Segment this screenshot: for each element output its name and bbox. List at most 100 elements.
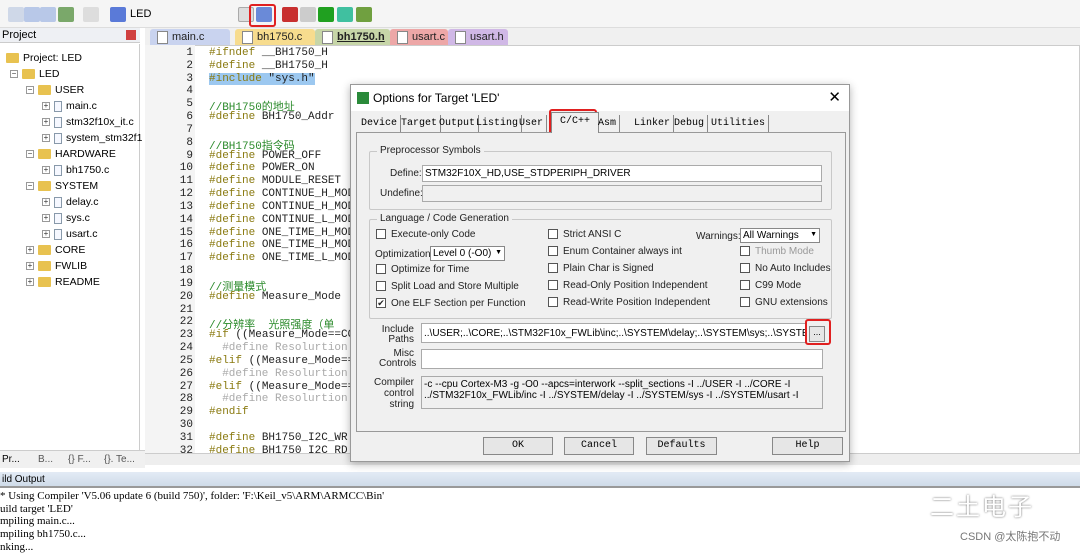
cancel-button[interactable]: Cancel: [564, 437, 634, 455]
code-line: #elif ((Measure_Mode==: [209, 380, 355, 393]
help-button[interactable]: Help: [772, 437, 843, 455]
tab-project[interactable]: Pr...: [2, 454, 20, 465]
tree-item[interactable]: + sys.c: [42, 211, 90, 225]
file-tab-usart-c[interactable]: usart.c: [390, 29, 448, 45]
define-input[interactable]: STM32F10X_HD,USE_STDPERIPH_DRIVER: [422, 165, 822, 182]
tree-item[interactable]: Project: LED: [6, 51, 82, 65]
checkbox-no-auto-includes[interactable]: No Auto Includes: [740, 263, 831, 274]
pack-icon[interactable]: [337, 7, 353, 22]
include-paths-input[interactable]: ..\USER;..\CORE;..\STM32F10x_FWLib\inc;.…: [421, 323, 807, 343]
checkbox-split-load-and-store-multiple[interactable]: Split Load and Store Multiple: [376, 281, 519, 292]
tree-item[interactable]: + main.c: [42, 99, 97, 113]
diamond-icon[interactable]: [318, 7, 334, 22]
tab-books[interactable]: B...: [38, 454, 53, 465]
expand-icon[interactable]: +: [26, 278, 34, 287]
tab-templates[interactable]: {}. Te...: [104, 454, 135, 465]
stop-icon[interactable]: [83, 7, 99, 22]
checkbox-box[interactable]: [548, 280, 558, 291]
checkbox-one-elf-section-per-function[interactable]: ✔ One ELF Section per Function: [376, 298, 526, 309]
file-tab-bh1750-c[interactable]: bh1750.c: [235, 29, 315, 45]
tree-item[interactable]: + delay.c: [42, 195, 99, 209]
checkbox-box[interactable]: [740, 246, 750, 257]
checkbox-execute-only-code[interactable]: Execute-only Code: [376, 229, 476, 240]
file-tab-main-c[interactable]: main.c: [150, 29, 230, 45]
batch-icon[interactable]: [58, 7, 74, 22]
defaults-button[interactable]: Defaults: [646, 437, 717, 455]
tree-item[interactable]: − USER: [26, 83, 84, 97]
tree-item[interactable]: + README: [26, 275, 100, 289]
misc-controls-input[interactable]: [421, 349, 823, 369]
checkbox-strict-ansi-c[interactable]: Strict ANSI C: [548, 229, 621, 240]
checkbox-box[interactable]: [548, 246, 558, 257]
checkbox-box[interactable]: [548, 263, 558, 274]
checkbox-optimize-for-time[interactable]: Optimize for Time: [376, 264, 469, 275]
tree-item[interactable]: + stm32f10x_it.c: [42, 115, 134, 129]
component-icon[interactable]: [282, 7, 298, 22]
expand-icon[interactable]: −: [26, 86, 34, 95]
optimization-select[interactable]: Level 0 (-O0): [430, 246, 505, 261]
expand-icon[interactable]: +: [42, 118, 50, 127]
checkbox-thumb-mode[interactable]: Thumb Mode: [740, 246, 814, 257]
tree-item[interactable]: − HARDWARE: [26, 147, 116, 161]
download-icon[interactable]: [24, 7, 40, 22]
tree-item[interactable]: + usart.c: [42, 227, 98, 241]
checkbox-box[interactable]: [548, 229, 558, 240]
expand-icon[interactable]: −: [10, 70, 18, 79]
env-icon[interactable]: [356, 7, 372, 22]
checkbox-box[interactable]: [740, 297, 750, 308]
undefine-input[interactable]: [422, 185, 822, 202]
save-icon[interactable]: [8, 7, 24, 22]
tab-device[interactable]: Device: [358, 115, 402, 132]
expand-icon[interactable]: +: [26, 262, 34, 271]
checkbox-box[interactable]: [376, 264, 386, 275]
tree-item[interactable]: − LED: [10, 67, 59, 81]
tab-asm[interactable]: Asm: [595, 115, 621, 132]
close-icon[interactable]: ✕: [828, 85, 841, 111]
folder-icon: [38, 181, 51, 192]
tab-functions[interactable]: {} F...: [68, 454, 91, 465]
checkbox-box[interactable]: ✔: [376, 298, 386, 309]
checkbox-gnu-extensions[interactable]: GNU extensions: [740, 297, 828, 308]
tab-user[interactable]: User: [516, 115, 548, 132]
expand-icon[interactable]: +: [42, 166, 50, 175]
expand-icon[interactable]: −: [26, 182, 34, 191]
build-icon[interactable]: [40, 7, 56, 22]
target-select[interactable]: LED: [130, 8, 250, 24]
load-icon[interactable]: [110, 7, 126, 22]
tab-target[interactable]: Target: [398, 115, 442, 132]
checkbox-plain-char-is-signed[interactable]: Plain Char is Signed: [548, 263, 654, 274]
expand-icon[interactable]: +: [42, 230, 50, 239]
tree-item[interactable]: + system_stm32f1: [42, 131, 142, 145]
checkbox-enum-container-always-int[interactable]: Enum Container always int: [548, 246, 682, 257]
checkbox-box[interactable]: [376, 229, 386, 240]
tree-item[interactable]: + bh1750.c: [42, 163, 109, 177]
expand-icon[interactable]: +: [26, 246, 34, 255]
file-icon: [54, 164, 62, 176]
checkbox-read-write-position-independent[interactable]: Read-Write Position Independent: [548, 297, 710, 308]
checkbox-box[interactable]: [548, 297, 558, 308]
close-icon[interactable]: [126, 30, 136, 40]
expand-icon[interactable]: +: [42, 198, 50, 207]
stack-icon[interactable]: [300, 7, 316, 22]
checkbox-box[interactable]: [740, 263, 750, 274]
expand-icon[interactable]: +: [42, 214, 50, 223]
expand-icon[interactable]: +: [42, 102, 50, 111]
checkbox-box[interactable]: [740, 280, 750, 291]
checkbox-read-only-position-independent[interactable]: Read-Only Position Independent: [548, 280, 708, 291]
tab-cc[interactable]: C/C++: [551, 112, 600, 133]
checkbox-box[interactable]: [376, 281, 386, 292]
tab-utilities[interactable]: Utilities: [708, 115, 770, 132]
checkbox-c99-mode[interactable]: C99 Mode: [740, 280, 801, 291]
ok-button[interactable]: OK: [483, 437, 553, 455]
tree-item[interactable]: + CORE: [26, 243, 85, 257]
tree-item[interactable]: + FWLIB: [26, 259, 87, 273]
file-tab-bh1750-h[interactable]: bh1750.h: [315, 29, 390, 45]
file-tab-usart-h[interactable]: usart.h: [448, 29, 508, 45]
warnings-select[interactable]: All Warnings: [740, 228, 820, 243]
tree-item[interactable]: − SYSTEM: [26, 179, 98, 193]
tab-debug[interactable]: Debug: [671, 115, 709, 132]
tab-listing[interactable]: Listing: [473, 115, 523, 132]
expand-icon[interactable]: −: [26, 150, 34, 159]
tab-linker[interactable]: Linker: [631, 115, 675, 132]
expand-icon[interactable]: +: [42, 134, 50, 143]
